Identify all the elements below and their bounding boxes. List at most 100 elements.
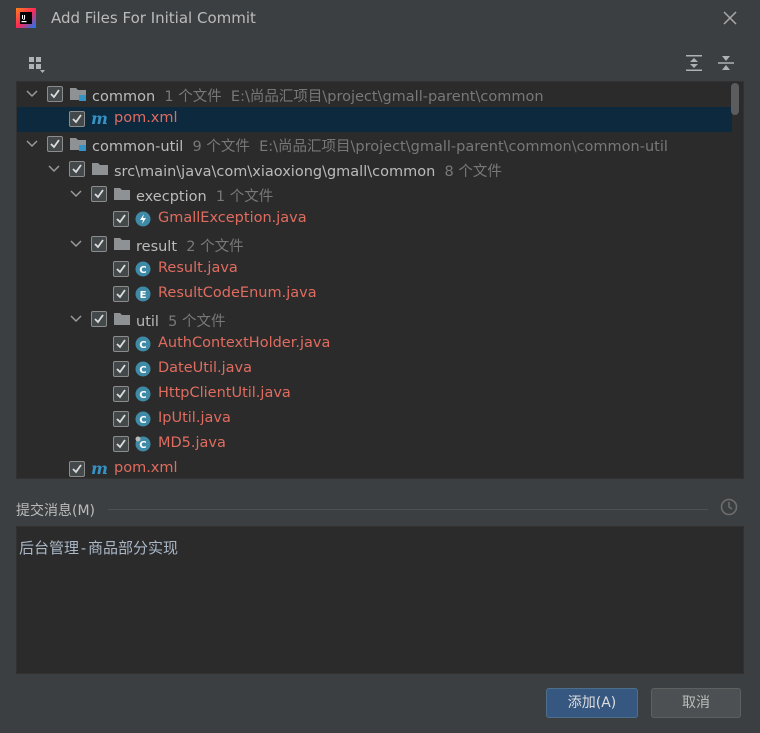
tree-node-label: DateUtil.java xyxy=(158,360,252,376)
tree-node-file[interactable]: C HttpClientUtil.java xyxy=(17,382,732,407)
chevron-down-icon[interactable] xyxy=(26,89,38,99)
tree-node-file[interactable]: E ResultCodeEnum.java xyxy=(17,282,732,307)
checkbox[interactable] xyxy=(113,336,129,352)
checkmark-icon xyxy=(50,89,60,99)
tree-node-label: util 5 个文件 xyxy=(136,310,226,331)
class-icon: C xyxy=(135,386,151,402)
changes-tree[interactable]: common 1 个文件 E:\尚品汇项目\project\gmall-pare… xyxy=(16,81,744,479)
svg-text:C: C xyxy=(139,365,146,376)
checkmark-icon xyxy=(116,364,126,374)
tree-node-directory[interactable]: common-util 9 个文件 E:\尚品汇项目\project\gmall… xyxy=(17,132,732,157)
dialog-title: Add Files For Initial Commit xyxy=(51,9,256,27)
checkbox[interactable] xyxy=(91,236,107,252)
chevron-down-icon[interactable] xyxy=(26,139,38,149)
group-by-icon[interactable] xyxy=(28,56,46,74)
checkbox[interactable] xyxy=(113,261,129,277)
svg-text:C: C xyxy=(139,440,146,451)
chevron-down-icon[interactable] xyxy=(70,314,82,324)
checkmark-icon xyxy=(116,389,126,399)
add-button[interactable]: 添加(A) xyxy=(546,688,638,718)
tree-node-file[interactable]: m pom.xml xyxy=(17,107,732,132)
exception-class-icon xyxy=(135,211,151,227)
file-name: HttpClientUtil.java xyxy=(158,385,291,401)
tree-node-label: GmallException.java xyxy=(158,210,307,226)
checkbox[interactable] xyxy=(69,161,85,177)
chevron-down-icon[interactable] xyxy=(70,239,82,249)
class-icon: C xyxy=(135,336,151,352)
file-name: src\main\java\com\xiaoxiong\gmall\common xyxy=(114,164,436,180)
tree-node-directory[interactable]: src\main\java\com\xiaoxiong\gmall\common… xyxy=(17,157,732,182)
cancel-button[interactable]: 取消 xyxy=(651,688,741,718)
file-name: pom.xml xyxy=(114,460,178,476)
checkbox[interactable] xyxy=(47,86,63,102)
module-folder-icon xyxy=(70,88,86,101)
checkbox[interactable] xyxy=(91,186,107,202)
checkmark-icon xyxy=(94,189,104,199)
file-name: MD5.java xyxy=(158,435,226,451)
checkmark-icon xyxy=(50,139,60,149)
tree-node-label: AuthContextHolder.java xyxy=(158,335,330,351)
separator xyxy=(108,509,708,510)
folder-icon xyxy=(114,188,130,200)
file-name: GmallException.java xyxy=(158,210,307,226)
svg-text:C: C xyxy=(139,340,146,351)
svg-text:E: E xyxy=(140,290,147,301)
checkbox[interactable] xyxy=(113,411,129,427)
checkbox[interactable] xyxy=(113,361,129,377)
svg-text:m: m xyxy=(91,461,108,477)
checkmark-icon xyxy=(72,114,82,124)
checkmark-icon xyxy=(116,214,126,224)
class-icon: C xyxy=(135,361,151,377)
tree-node-file[interactable]: C Result.java xyxy=(17,257,732,282)
tree-node-file[interactable]: m pom.xml xyxy=(17,457,732,478)
checkbox[interactable] xyxy=(69,111,85,127)
folder-icon xyxy=(114,313,130,325)
checkbox[interactable] xyxy=(113,211,129,227)
checkbox[interactable] xyxy=(113,386,129,402)
expand-all-icon[interactable] xyxy=(685,54,703,72)
tree-node-file[interactable]: C MD5.java xyxy=(17,432,732,457)
tree-node-file[interactable]: C AuthContextHolder.java xyxy=(17,332,732,357)
checkmark-icon xyxy=(94,314,104,324)
file-count: 9 个文件 E:\尚品汇项目\project\gmall-parent\comm… xyxy=(183,139,668,155)
tree-node-label: pom.xml xyxy=(114,460,178,476)
folder-icon xyxy=(114,238,130,250)
file-count: 2 个文件 xyxy=(177,239,244,255)
checkbox[interactable] xyxy=(113,286,129,302)
maven-icon: m xyxy=(91,111,108,127)
checkbox[interactable] xyxy=(69,461,85,477)
tree-node-label: ResultCodeEnum.java xyxy=(158,285,317,301)
tree-node-label: common 1 个文件 E:\尚品汇项目\project\gmall-pare… xyxy=(92,85,544,106)
tree-node-file[interactable]: C IpUtil.java xyxy=(17,407,732,432)
close-icon[interactable] xyxy=(720,8,740,28)
file-name: Result.java xyxy=(158,260,238,276)
module-folder-icon xyxy=(70,138,86,151)
checkbox[interactable] xyxy=(91,311,107,327)
checkbox[interactable] xyxy=(113,436,129,452)
checkmark-icon xyxy=(116,414,126,424)
tree-node-directory[interactable]: util 5 个文件 xyxy=(17,307,732,332)
chevron-down-icon[interactable] xyxy=(48,164,60,174)
file-name: common-util xyxy=(92,139,184,155)
checkmark-icon xyxy=(116,264,126,274)
tree-node-directory[interactable]: common 1 个文件 E:\尚品汇项目\project\gmall-pare… xyxy=(17,82,732,107)
class-icon: C xyxy=(135,436,151,452)
chevron-down-icon[interactable] xyxy=(70,189,82,199)
collapse-all-icon[interactable] xyxy=(717,54,735,72)
tree-node-label: IpUtil.java xyxy=(158,410,231,426)
class-icon: C xyxy=(135,261,151,277)
checkmark-icon xyxy=(94,239,104,249)
tree-node-file[interactable]: C DateUtil.java xyxy=(17,357,732,382)
title-bar: IJ Add Files For Initial Commit xyxy=(0,0,760,38)
tree-scrollbar[interactable] xyxy=(731,83,739,115)
tree-node-file[interactable]: GmallException.java xyxy=(17,207,732,232)
tree-node-label: execption 1 个文件 xyxy=(136,185,273,206)
clock-icon[interactable] xyxy=(719,497,739,517)
tree-node-label: result 2 个文件 xyxy=(136,235,244,256)
tree-node-directory[interactable]: execption 1 个文件 xyxy=(17,182,732,207)
commit-message-input[interactable]: 后台管理-商品部分实现 xyxy=(16,526,744,674)
checkmark-icon xyxy=(116,339,126,349)
checkbox[interactable] xyxy=(47,136,63,152)
tree-node-directory[interactable]: result 2 个文件 xyxy=(17,232,732,257)
file-name: pom.xml xyxy=(114,110,178,126)
